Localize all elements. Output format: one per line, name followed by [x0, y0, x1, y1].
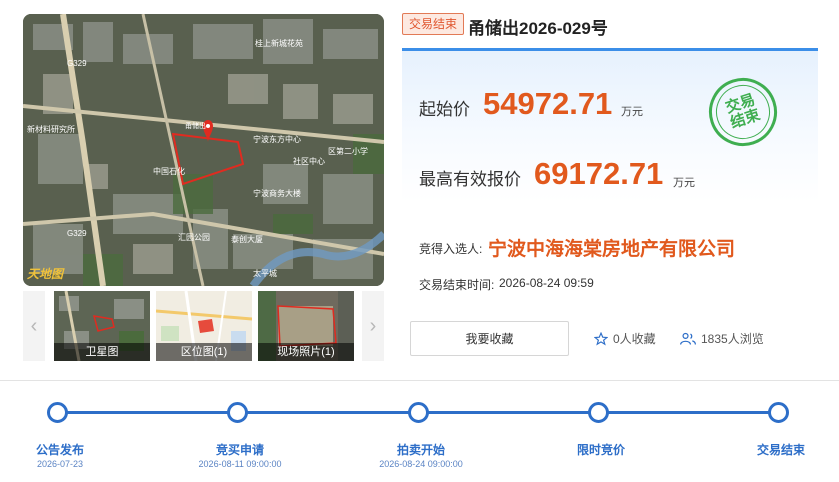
place-label: 中国石化 [153, 166, 185, 176]
max-bid-unit: 万元 [673, 177, 695, 189]
timeline-node-timed-bidding [588, 402, 609, 423]
map-provider-logo: 天地图 [27, 267, 64, 281]
start-price-label: 起始价 [419, 100, 470, 119]
favorites-count: 0人收藏 [613, 332, 656, 346]
road-label: G329 [67, 229, 87, 238]
land-listing-page: G329 G329 桂上新城花苑 新材料研究所 宁波东方中心 宁波商务大楼 中国… [0, 0, 839, 482]
timeline-step-date: 2026-08-24 09:00:00 [379, 459, 463, 469]
thumbnail-site-photo[interactable]: 现场照片(1) [258, 291, 354, 361]
place-label: 宁波东方中心 [253, 134, 301, 144]
timeline-step-label: 竞买申请 [215, 443, 265, 457]
thumbnail-caption: 区位图(1) [156, 343, 252, 361]
image-thumbnail-strip: ‹ 卫星图 区位图(1) 现场照片(1) › [23, 291, 384, 361]
place-label: 社区中心 [293, 156, 325, 166]
place-label: 泰创大厦 [231, 234, 263, 244]
thumbnail-location-map[interactable]: 区位图(1) [156, 291, 252, 361]
status-badge: 交易结束 [402, 13, 465, 35]
place-label: 太平城 [253, 268, 277, 278]
place-label: 桂上新城花苑 [255, 38, 303, 48]
star-icon [594, 331, 608, 346]
place-label: 汇园公园 [178, 233, 210, 242]
end-time-value: 2026-08-24 09:59 [499, 276, 594, 290]
timeline-step-label: 交易结束 [756, 443, 806, 457]
satellite-map[interactable]: G329 G329 桂上新城花苑 新材料研究所 宁波东方中心 宁波商务大楼 中国… [23, 14, 384, 286]
page-title: 甬储出2026-029号 [468, 19, 608, 38]
place-label: 区第二小学 [328, 146, 368, 156]
timeline-node-announcement [47, 402, 68, 423]
timeline-step-label: 限时竞价 [576, 443, 626, 457]
timeline-step-label: 拍卖开始 [396, 443, 446, 457]
timeline-node-closed [768, 402, 789, 423]
timeline-step-label: 公告发布 [35, 443, 85, 457]
satellite-map-image: G329 G329 桂上新城花苑 新材料研究所 宁波东方中心 宁波商务大楼 中国… [23, 14, 384, 286]
favorite-button[interactable]: 我要收藏 [410, 321, 569, 356]
max-bid-value: 69172.71 [534, 156, 664, 191]
chevron-right-icon[interactable]: › [362, 291, 384, 361]
start-price-unit: 万元 [621, 106, 643, 118]
parcel-marker-label: 甬储出 [185, 121, 206, 130]
place-label: 宁波商务大楼 [253, 188, 301, 198]
end-time-label: 交易结束时间: [419, 278, 495, 292]
views-stat: 1835人浏览 [680, 330, 764, 347]
timeline-node-application [227, 402, 248, 423]
road-label: G329 [67, 59, 87, 68]
thumbnail-caption: 现场照片(1) [258, 343, 354, 361]
views-count: 1835人浏览 [701, 332, 764, 346]
chevron-left-icon[interactable]: ‹ [23, 291, 45, 361]
people-icon [680, 332, 696, 345]
start-price-value: 54972.71 [483, 86, 613, 121]
timeline-step-date: 2026-08-11 09:00:00 [198, 459, 282, 469]
winner-name: 宁波中海海棠房地产有限公司 [488, 239, 736, 260]
winner-label: 竞得入选人: [419, 242, 483, 256]
section-divider [0, 380, 839, 381]
timeline-node-auction-start [408, 402, 429, 423]
thumbnail-caption: 卫星图 [54, 343, 150, 361]
favorites-stat[interactable]: 0人收藏 [594, 330, 656, 347]
thumbnail-satellite[interactable]: 卫星图 [54, 291, 150, 361]
timeline-step-date: 2026-07-23 [36, 459, 84, 469]
place-label: 新材料研究所 [27, 124, 75, 134]
max-bid-label: 最高有效报价 [419, 170, 521, 189]
